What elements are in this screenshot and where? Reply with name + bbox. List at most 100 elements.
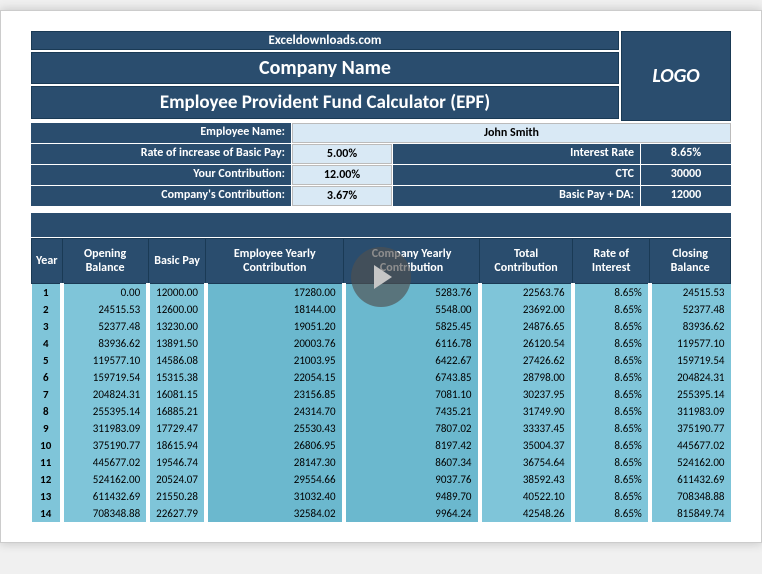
cell-year[interactable]: 12 — [32, 471, 63, 488]
cell-roi[interactable]: 8.65% — [573, 403, 650, 420]
cell-basic[interactable]: 13230.00 — [148, 318, 206, 335]
cell-year[interactable]: 11 — [32, 454, 63, 471]
cell-year[interactable]: 8 — [32, 403, 63, 420]
cell-closing[interactable]: 445677.02 — [650, 437, 731, 454]
cell-emp[interactable]: 28147.30 — [206, 454, 344, 471]
cell-opening[interactable]: 311983.09 — [62, 420, 148, 437]
cell-opening[interactable]: 445677.02 — [62, 454, 148, 471]
cell-basic[interactable]: 16885.21 — [148, 403, 206, 420]
cell-roi[interactable]: 8.65% — [573, 420, 650, 437]
cell-closing[interactable]: 311983.09 — [650, 403, 731, 420]
cell-opening[interactable]: 375190.77 — [62, 437, 148, 454]
cell-roi[interactable]: 8.65% — [573, 454, 650, 471]
cell-total[interactable]: 36754.64 — [480, 454, 573, 471]
cell-total[interactable]: 40522.10 — [480, 488, 573, 505]
cell-roi[interactable]: 8.65% — [573, 386, 650, 403]
cell-total[interactable]: 33337.45 — [480, 420, 573, 437]
cell-basic[interactable]: 22627.79 — [148, 505, 206, 522]
cell-basic[interactable]: 13891.50 — [148, 335, 206, 352]
cell-basic[interactable]: 12000.00 — [148, 284, 206, 302]
cell-closing[interactable]: 24515.53 — [650, 284, 731, 302]
cell-year[interactable]: 7 — [32, 386, 63, 403]
cell-comp[interactable]: 6116.78 — [344, 335, 480, 352]
cell-basic[interactable]: 15315.38 — [148, 369, 206, 386]
cell-total[interactable]: 35004.37 — [480, 437, 573, 454]
cell-roi[interactable]: 8.65% — [573, 318, 650, 335]
cell-roi[interactable]: 8.65% — [573, 437, 650, 454]
cell-emp[interactable]: 26806.95 — [206, 437, 344, 454]
cell-closing[interactable]: 83936.62 — [650, 318, 731, 335]
cell-basic[interactable]: 18615.94 — [148, 437, 206, 454]
cell-comp[interactable]: 8197.42 — [344, 437, 480, 454]
cell-year[interactable]: 6 — [32, 369, 63, 386]
cell-total[interactable]: 38592.43 — [480, 471, 573, 488]
cell-total[interactable]: 23692.00 — [480, 301, 573, 318]
cell-year[interactable]: 9 — [32, 420, 63, 437]
cell-total[interactable]: 28798.00 — [480, 369, 573, 386]
cell-opening[interactable]: 0.00 — [62, 284, 148, 302]
cell-comp[interactable]: 7435.21 — [344, 403, 480, 420]
cell-basic[interactable]: 17729.47 — [148, 420, 206, 437]
cell-total[interactable]: 26120.54 — [480, 335, 573, 352]
cell-roi[interactable]: 8.65% — [573, 352, 650, 369]
value-company-contribution[interactable]: 3.67% — [292, 186, 392, 206]
cell-emp[interactable]: 23156.85 — [206, 386, 344, 403]
cell-basic[interactable]: 14586.08 — [148, 352, 206, 369]
cell-total[interactable]: 42548.26 — [480, 505, 573, 522]
cell-closing[interactable]: 375190.77 — [650, 420, 731, 437]
cell-comp[interactable]: 9489.70 — [344, 488, 480, 505]
value-your-contribution[interactable]: 12.00% — [292, 165, 392, 185]
cell-emp[interactable]: 24314.70 — [206, 403, 344, 420]
cell-comp[interactable]: 7807.02 — [344, 420, 480, 437]
cell-year[interactable]: 3 — [32, 318, 63, 335]
cell-year[interactable]: 4 — [32, 335, 63, 352]
cell-closing[interactable]: 524162.00 — [650, 454, 731, 471]
cell-basic[interactable]: 20524.07 — [148, 471, 206, 488]
cell-basic[interactable]: 12600.00 — [148, 301, 206, 318]
value-interest-rate[interactable]: 8.65% — [641, 144, 731, 164]
cell-roi[interactable]: 8.65% — [573, 369, 650, 386]
cell-emp[interactable]: 22054.15 — [206, 369, 344, 386]
cell-opening[interactable]: 83936.62 — [62, 335, 148, 352]
cell-opening[interactable]: 611432.69 — [62, 488, 148, 505]
cell-closing[interactable]: 119577.10 — [650, 335, 731, 352]
cell-year[interactable]: 14 — [32, 505, 63, 522]
cell-comp[interactable]: 9964.24 — [344, 505, 480, 522]
cell-basic[interactable]: 21550.28 — [148, 488, 206, 505]
cell-year[interactable]: 10 — [32, 437, 63, 454]
cell-closing[interactable]: 815849.74 — [650, 505, 731, 522]
cell-year[interactable]: 13 — [32, 488, 63, 505]
cell-comp[interactable]: 6743.85 — [344, 369, 480, 386]
cell-closing[interactable]: 159719.54 — [650, 352, 731, 369]
cell-closing[interactable]: 611432.69 — [650, 471, 731, 488]
cell-year[interactable]: 1 — [32, 284, 63, 302]
value-ctc[interactable]: 30000 — [641, 165, 731, 185]
cell-roi[interactable]: 8.65% — [573, 488, 650, 505]
cell-basic[interactable]: 16081.15 — [148, 386, 206, 403]
cell-emp[interactable]: 31032.40 — [206, 488, 344, 505]
cell-total[interactable]: 22563.76 — [480, 284, 573, 302]
cell-roi[interactable]: 8.65% — [573, 471, 650, 488]
cell-comp[interactable]: 7081.10 — [344, 386, 480, 403]
cell-comp[interactable]: 8607.34 — [344, 454, 480, 471]
cell-total[interactable]: 31749.90 — [480, 403, 573, 420]
cell-emp[interactable]: 29554.66 — [206, 471, 344, 488]
cell-roi[interactable]: 8.65% — [573, 301, 650, 318]
cell-emp[interactable]: 17280.00 — [206, 284, 344, 302]
cell-opening[interactable]: 204824.31 — [62, 386, 148, 403]
cell-opening[interactable]: 524162.00 — [62, 471, 148, 488]
cell-emp[interactable]: 32584.02 — [206, 505, 344, 522]
cell-year[interactable]: 2 — [32, 301, 63, 318]
cell-roi[interactable]: 8.65% — [573, 505, 650, 522]
cell-year[interactable]: 5 — [32, 352, 63, 369]
value-employee-name[interactable]: John Smith — [292, 123, 731, 143]
value-rate-increase[interactable]: 5.00% — [292, 144, 392, 164]
cell-emp[interactable]: 25530.43 — [206, 420, 344, 437]
cell-roi[interactable]: 8.65% — [573, 335, 650, 352]
cell-total[interactable]: 27426.62 — [480, 352, 573, 369]
cell-closing[interactable]: 52377.48 — [650, 301, 731, 318]
cell-opening[interactable]: 708348.88 — [62, 505, 148, 522]
cell-comp[interactable]: 5283.76 — [344, 284, 480, 302]
cell-total[interactable]: 30237.95 — [480, 386, 573, 403]
cell-emp[interactable]: 18144.00 — [206, 301, 344, 318]
